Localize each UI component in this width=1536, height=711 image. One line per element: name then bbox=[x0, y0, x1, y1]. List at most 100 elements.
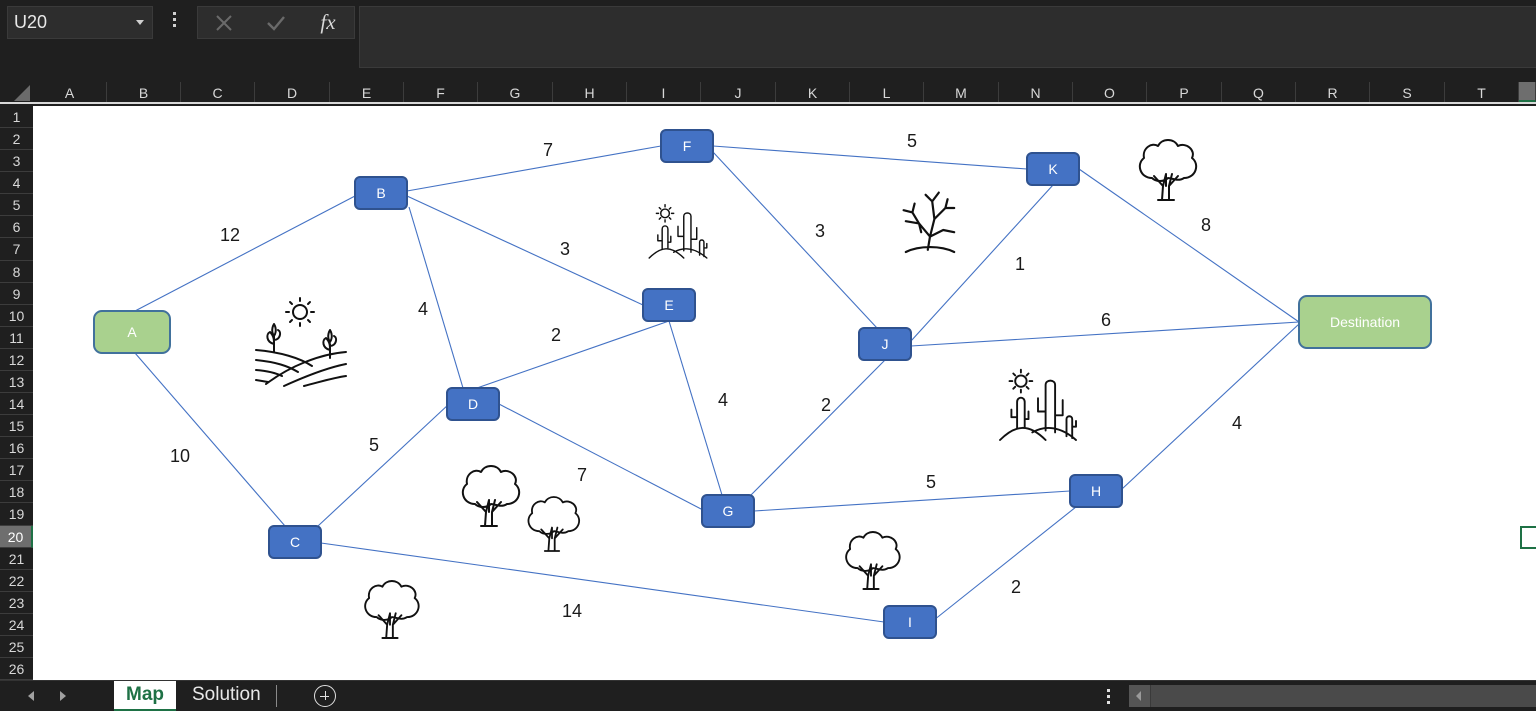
node-i[interactable]: I bbox=[883, 605, 937, 639]
edge-weight-i-h: 2 bbox=[1011, 577, 1021, 597]
column-header-t[interactable]: T bbox=[1445, 82, 1519, 102]
sheet-tab-solution[interactable]: Solution bbox=[180, 681, 273, 711]
row-header-23[interactable]: 23 bbox=[0, 592, 33, 614]
edge-g-h bbox=[753, 490, 1071, 512]
scroll-tabs-left-icon[interactable] bbox=[28, 691, 34, 701]
node-e[interactable]: E bbox=[642, 288, 696, 322]
row-header-1[interactable]: 1 bbox=[0, 106, 33, 128]
column-header-b[interactable]: B bbox=[107, 82, 181, 102]
node-g[interactable]: G bbox=[701, 494, 755, 528]
tree-icon bbox=[1138, 139, 1198, 201]
sheet-tab-map[interactable]: Map bbox=[114, 681, 176, 711]
edge-c-d bbox=[317, 403, 450, 527]
row-header-19[interactable]: 19 bbox=[0, 503, 33, 526]
node-label: G bbox=[723, 503, 734, 519]
column-header-e[interactable]: E bbox=[330, 82, 404, 102]
chevron-down-icon[interactable] bbox=[136, 20, 144, 25]
node-label: C bbox=[290, 534, 300, 550]
row-header-4[interactable]: 4 bbox=[0, 172, 33, 194]
column-headers: ABCDEFGHIJKLMNOPQRST bbox=[0, 82, 1536, 104]
row-header-22[interactable]: 22 bbox=[0, 570, 33, 592]
edge-weight-d-g: 7 bbox=[577, 465, 587, 485]
row-header-17[interactable]: 17 bbox=[0, 459, 33, 481]
node-j[interactable]: J bbox=[858, 327, 912, 361]
function-icon: fx bbox=[320, 10, 336, 34]
row-header-3[interactable]: 3 bbox=[0, 150, 33, 172]
edge-f-j bbox=[712, 151, 878, 329]
column-header-p[interactable]: P bbox=[1147, 82, 1222, 102]
row-header-11[interactable]: 11 bbox=[0, 327, 33, 349]
row-header-7[interactable]: 7 bbox=[0, 238, 33, 261]
tree-icon bbox=[527, 496, 581, 552]
row-header-8[interactable]: 8 bbox=[0, 261, 33, 283]
row-header-12[interactable]: 12 bbox=[0, 349, 33, 371]
formula-input[interactable] bbox=[359, 6, 1536, 68]
column-header-r[interactable]: R bbox=[1296, 82, 1370, 102]
node-a[interactable]: A bbox=[93, 310, 171, 354]
row-header-5[interactable]: 5 bbox=[0, 194, 33, 216]
node-c[interactable]: C bbox=[268, 525, 322, 559]
row-header-9[interactable]: 9 bbox=[0, 283, 33, 305]
tree-icon bbox=[845, 531, 901, 590]
row-header-18[interactable]: 18 bbox=[0, 481, 33, 503]
more-options-icon[interactable] bbox=[170, 10, 178, 34]
column-header-g[interactable]: G bbox=[478, 82, 553, 102]
column-header-l[interactable]: L bbox=[850, 82, 924, 102]
column-header-s[interactable]: S bbox=[1370, 82, 1445, 102]
horizontal-scrollbar[interactable] bbox=[1129, 685, 1536, 707]
active-cell-u20[interactable] bbox=[1520, 526, 1536, 549]
column-header-m[interactable]: M bbox=[924, 82, 999, 102]
node-b[interactable]: B bbox=[354, 176, 408, 210]
column-header-u[interactable] bbox=[1519, 82, 1536, 102]
row-header-2[interactable]: 2 bbox=[0, 128, 33, 150]
row-header-25[interactable]: 25 bbox=[0, 636, 33, 658]
row-header-13[interactable]: 13 bbox=[0, 371, 33, 393]
column-header-o[interactable]: O bbox=[1073, 82, 1147, 102]
node-h[interactable]: H bbox=[1069, 474, 1123, 508]
insert-function-button[interactable]: fx bbox=[308, 7, 348, 38]
edge-weight-g-h: 5 bbox=[926, 472, 936, 492]
row-header-6[interactable]: 6 bbox=[0, 216, 33, 238]
name-box[interactable]: U20 bbox=[7, 6, 153, 39]
add-sheet-icon[interactable] bbox=[314, 685, 336, 707]
select-all-button[interactable] bbox=[0, 82, 33, 104]
edge-weight-c-d: 5 bbox=[369, 435, 379, 455]
node-d[interactable]: D bbox=[446, 387, 500, 421]
column-header-a[interactable]: A bbox=[33, 82, 107, 102]
node-k[interactable]: K bbox=[1026, 152, 1080, 186]
check-icon[interactable] bbox=[256, 7, 296, 38]
edge-weight-e-g: 4 bbox=[718, 390, 728, 410]
column-header-h[interactable]: H bbox=[553, 82, 627, 102]
scroll-left-icon[interactable] bbox=[1129, 685, 1151, 707]
column-header-j[interactable]: J bbox=[701, 82, 776, 102]
row-header-24[interactable]: 24 bbox=[0, 614, 33, 636]
column-header-f[interactable]: F bbox=[404, 82, 478, 102]
formula-buttons: fx bbox=[197, 6, 355, 39]
node-dest[interactable]: Destination bbox=[1298, 295, 1432, 349]
edge-k-dest bbox=[1078, 168, 1300, 323]
node-label: A bbox=[127, 324, 137, 340]
row-header-26[interactable]: 26 bbox=[0, 658, 33, 680]
column-header-d[interactable]: D bbox=[255, 82, 330, 102]
column-header-c[interactable]: C bbox=[181, 82, 255, 102]
row-header-10[interactable]: 10 bbox=[0, 305, 33, 327]
edge-weight-c-i: 14 bbox=[562, 601, 582, 621]
row-header-20[interactable]: 20 bbox=[0, 526, 33, 548]
column-header-q[interactable]: Q bbox=[1222, 82, 1296, 102]
edge-h-dest bbox=[1121, 323, 1300, 490]
more-options-icon[interactable] bbox=[1107, 689, 1111, 707]
node-f[interactable]: F bbox=[660, 129, 714, 163]
close-icon[interactable] bbox=[204, 7, 244, 38]
column-header-i[interactable]: I bbox=[627, 82, 701, 102]
column-header-n[interactable]: N bbox=[999, 82, 1073, 102]
worksheet-grid[interactable]: 12 10 7 3 4 5 14 2 7 4 5 3 2 5 2 1 6 8 4 A B C D E F G H I J K Destina… bbox=[33, 106, 1536, 680]
edge-c-i bbox=[320, 542, 885, 623]
row-header-14[interactable]: 14 bbox=[0, 393, 33, 415]
edge-weight-k-dest: 8 bbox=[1201, 215, 1211, 235]
node-label: B bbox=[376, 185, 385, 201]
row-header-16[interactable]: 16 bbox=[0, 437, 33, 459]
row-header-15[interactable]: 15 bbox=[0, 415, 33, 437]
scroll-tabs-right-icon[interactable] bbox=[60, 691, 66, 701]
row-header-21[interactable]: 21 bbox=[0, 548, 33, 570]
column-header-k[interactable]: K bbox=[776, 82, 850, 102]
